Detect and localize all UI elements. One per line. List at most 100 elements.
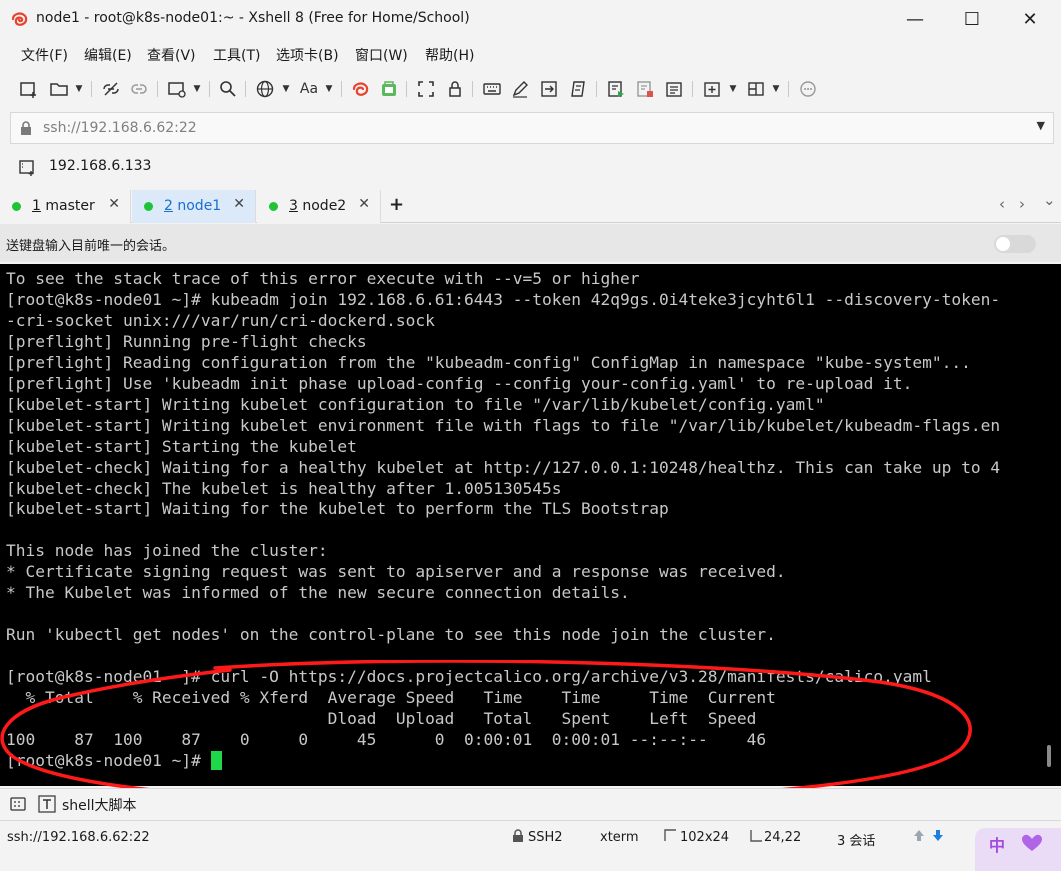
text-icon[interactable] (37, 794, 57, 814)
chat-icon[interactable] (797, 78, 819, 100)
quick-command-bar: shell大脚本 (0, 788, 1061, 818)
terminal-line: [root@k8s-node01 ~]# curl -O https://doc… (6, 667, 932, 687)
run-script-icon[interactable] (605, 78, 627, 100)
arrow-down-icon[interactable] (932, 829, 944, 846)
terminal-line: [root@k8s-node01 ~]# kubeadm join 192.16… (6, 289, 1001, 309)
heart-icon (1022, 834, 1042, 851)
lock-icon[interactable] (444, 78, 466, 100)
layout-icon[interactable] (745, 78, 767, 100)
connected-status-icon (12, 202, 21, 211)
ime-chinese-mode: 中 (989, 836, 1006, 855)
maximize-button[interactable]: ☐ (949, 0, 995, 38)
terminal-line: To see the stack trace of this error exe… (6, 269, 640, 288)
terminal-line: * The Kubelet was informed of the new se… (6, 583, 630, 603)
grid-icon[interactable] (8, 794, 28, 814)
status-protocol: SSH2 (528, 830, 563, 845)
reconnect-icon[interactable] (128, 78, 150, 100)
chevron-down-icon[interactable]: ▼ (728, 80, 738, 98)
connected-status-icon (269, 202, 278, 211)
link-bar: 192.168.6.133 (0, 150, 1061, 184)
menu-edit[interactable]: 编辑(E) (84, 45, 132, 65)
keyboard-icon[interactable] (481, 78, 503, 100)
toolbar-divider (596, 81, 597, 97)
tab-node2[interactable]: 3 node2 ✕ (257, 190, 381, 223)
toggle-knob (996, 237, 1010, 251)
close-icon[interactable]: ✕ (358, 196, 370, 212)
send-to-all-toggle[interactable] (994, 235, 1036, 253)
menu-bar: 文件(F) 编辑(E) 查看(V) 工具(T) 选项卡(B) 窗口(W) 帮助(… (0, 38, 1061, 70)
close-button[interactable]: ✕ (1007, 0, 1053, 38)
status-terminal-type: xterm (600, 830, 639, 845)
tab-list-button[interactable]: ⌄ (1043, 191, 1056, 209)
fullscreen-icon[interactable] (415, 78, 437, 100)
toolbar-divider (692, 81, 693, 97)
globe-icon[interactable] (254, 78, 276, 100)
linkbar-session-label[interactable]: 192.168.6.133 (49, 158, 151, 174)
arrow-up-icon[interactable] (913, 829, 925, 846)
tab-label: 2 node1 (164, 198, 222, 214)
new-tab-icon[interactable] (701, 78, 723, 100)
chevron-down-icon[interactable]: ▼ (1037, 119, 1045, 132)
tab-next-button[interactable]: › (1019, 195, 1025, 213)
terminal-line: * Certificate signing request was sent t… (6, 562, 786, 582)
open-folder-icon[interactable] (48, 78, 70, 100)
menu-tools[interactable]: 工具(T) (213, 45, 260, 65)
tab-master[interactable]: 1 master ✕ (0, 190, 131, 223)
terminal-line: Dload Upload Total Spent Left Speed (6, 708, 757, 728)
add-tab-button[interactable]: + (389, 194, 404, 215)
transfer-icon[interactable] (538, 78, 560, 100)
connected-status-icon (144, 202, 153, 211)
size-icon (664, 829, 677, 846)
terminal-area[interactable]: To see the stack trace of this error exe… (0, 264, 1061, 786)
close-icon[interactable]: ✕ (233, 196, 245, 212)
terminal-line: [kubelet-start] Writing kubelet configur… (6, 394, 825, 414)
tab-bar: 1 master ✕ 2 node1 ✕ 3 node2 ✕ + ‹ › ⌄ (0, 188, 1061, 223)
terminal-line: [kubelet-start] Waiting for the kubelet … (6, 499, 669, 519)
terminal-line: [kubelet-check] The kubelet is healthy a… (6, 478, 562, 498)
menu-window[interactable]: 窗口(W) (355, 45, 408, 65)
toolbar-divider (341, 81, 342, 97)
tab-node1[interactable]: 2 node1 ✕ (132, 190, 256, 223)
chevron-down-icon[interactable]: ▼ (324, 80, 334, 98)
toolbar-divider (91, 81, 92, 97)
terminal-line: 100 87 100 87 0 0 45 0 0:00:01 0:00:01 -… (6, 729, 767, 749)
cursor-position-icon (750, 829, 763, 846)
minimize-button[interactable]: — (892, 0, 938, 38)
menu-help[interactable]: 帮助(H) (425, 45, 474, 65)
xshell-logo-icon[interactable] (350, 78, 372, 100)
info-text: 送键盘输入目前唯一的会话。 (6, 239, 176, 254)
log-icon[interactable] (663, 78, 685, 100)
font-icon[interactable]: Aa (298, 78, 320, 100)
xftp-icon[interactable] (378, 78, 400, 100)
pen-icon[interactable] (509, 78, 531, 100)
quick-command-label[interactable]: shell大脚本 (62, 795, 137, 815)
tab-label: 1 master (32, 198, 95, 214)
menu-view[interactable]: 查看(V) (147, 45, 196, 65)
session-link-icon[interactable] (19, 159, 37, 177)
chevron-down-icon[interactable]: ▼ (74, 80, 84, 98)
menu-file[interactable]: 文件(F) (21, 45, 68, 65)
session-manager-icon[interactable] (166, 78, 188, 100)
terminal-line: [kubelet-check] Waiting for a healthy ku… (6, 457, 1001, 477)
chevron-down-icon[interactable]: ▼ (771, 80, 781, 98)
terminal-line: This node has joined the cluster: (6, 541, 328, 561)
script-icon[interactable] (567, 78, 589, 100)
terminal-line: [kubelet-start] Writing kubelet environm… (6, 415, 1001, 435)
lock-icon (512, 829, 524, 846)
menu-tabs[interactable]: 选项卡(B) (276, 45, 339, 65)
tab-label: 3 node2 (289, 198, 347, 214)
new-session-icon[interactable] (18, 78, 40, 100)
chevron-down-icon[interactable]: ▼ (281, 80, 291, 98)
window-title: node1 - root@k8s-node01:~ - Xshell 8 (Fr… (36, 10, 470, 26)
chevron-down-icon[interactable]: ▼ (192, 80, 202, 98)
search-icon[interactable] (217, 78, 239, 100)
tab-prev-button[interactable]: ‹ (999, 195, 1005, 213)
disconnect-icon[interactable] (100, 78, 122, 100)
terminal-line: [root@k8s-node01 ~]# (6, 750, 222, 771)
stop-script-icon[interactable] (634, 78, 656, 100)
close-icon[interactable]: ✕ (108, 196, 120, 212)
toolbar-divider (209, 81, 210, 97)
terminal-scrollbar[interactable] (1047, 745, 1051, 767)
status-address: ssh://192.168.6.62:22 (7, 830, 150, 845)
address-input[interactable] (43, 117, 1003, 139)
